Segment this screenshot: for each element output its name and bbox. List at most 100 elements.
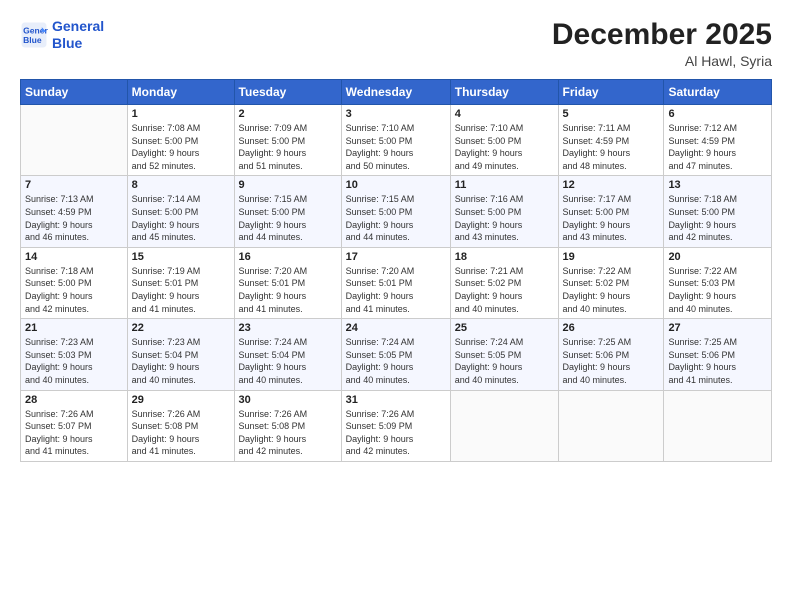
calendar-cell: 4 Sunrise: 7:10 AM Sunset: 5:00 PM Daylig… — [450, 105, 558, 176]
weekday-header: Thursday — [450, 80, 558, 105]
calendar-cell: 1 Sunrise: 7:08 AM Sunset: 5:00 PM Daylig… — [127, 105, 234, 176]
calendar-cell: 2 Sunrise: 7:09 AM Sunset: 5:00 PM Daylig… — [234, 105, 341, 176]
day-info: Sunrise: 7:22 AM Sunset: 5:03 PM Dayligh… — [668, 265, 767, 315]
calendar-week-row: 7 Sunrise: 7:13 AM Sunset: 4:59 PM Daylig… — [21, 176, 772, 247]
logo: General Blue General Blue — [20, 18, 104, 52]
day-number: 11 — [455, 179, 554, 191]
day-info: Sunrise: 7:23 AM Sunset: 5:03 PM Dayligh… — [25, 336, 123, 386]
day-info: Sunrise: 7:17 AM Sunset: 5:00 PM Dayligh… — [563, 193, 660, 243]
day-info: Sunrise: 7:13 AM Sunset: 4:59 PM Dayligh… — [25, 193, 123, 243]
day-number: 1 — [132, 108, 230, 120]
day-number: 23 — [239, 322, 337, 334]
day-info: Sunrise: 7:26 AM Sunset: 5:08 PM Dayligh… — [132, 408, 230, 458]
header: General Blue General Blue December 2025 … — [20, 18, 772, 69]
day-number: 3 — [346, 108, 446, 120]
calendar-cell: 12 Sunrise: 7:17 AM Sunset: 5:00 PM Dayli… — [558, 176, 664, 247]
weekday-header: Saturday — [664, 80, 772, 105]
calendar-week-row: 28Sunrise: 7:26 AM Sunset: 5:07 PM Dayli… — [21, 390, 772, 461]
calendar-cell: 6 Sunrise: 7:12 AM Sunset: 4:59 PM Daylig… — [664, 105, 772, 176]
calendar-cell: 13 Sunrise: 7:18 AM Sunset: 5:00 PM Dayli… — [664, 176, 772, 247]
calendar-cell: 9 Sunrise: 7:15 AM Sunset: 5:00 PM Daylig… — [234, 176, 341, 247]
day-info: Sunrise: 7:14 AM Sunset: 5:00 PM Dayligh… — [132, 193, 230, 243]
day-number: 24 — [346, 322, 446, 334]
calendar-cell: 29Sunrise: 7:26 AM Sunset: 5:08 PM Dayli… — [127, 390, 234, 461]
calendar-header-row: SundayMondayTuesdayWednesdayThursdayFrid… — [21, 80, 772, 105]
day-number: 6 — [668, 108, 767, 120]
day-number: 28 — [25, 394, 123, 406]
day-info: Sunrise: 7:24 AM Sunset: 5:04 PM Dayligh… — [239, 336, 337, 386]
day-number: 13 — [668, 179, 767, 191]
calendar-cell — [664, 390, 772, 461]
calendar-cell: 5 Sunrise: 7:11 AM Sunset: 4:59 PM Daylig… — [558, 105, 664, 176]
weekday-header: Tuesday — [234, 80, 341, 105]
day-number: 22 — [132, 322, 230, 334]
month-title: December 2025 — [552, 18, 772, 51]
calendar: SundayMondayTuesdayWednesdayThursdayFrid… — [20, 79, 772, 462]
day-number: 7 — [25, 179, 123, 191]
day-info: Sunrise: 7:16 AM Sunset: 5:00 PM Dayligh… — [455, 193, 554, 243]
day-number: 30 — [239, 394, 337, 406]
logo-text: General Blue — [52, 18, 104, 52]
weekday-header: Monday — [127, 80, 234, 105]
calendar-cell: 10 Sunrise: 7:15 AM Sunset: 5:00 PM Dayli… — [341, 176, 450, 247]
day-number: 25 — [455, 322, 554, 334]
calendar-cell: 31 Sunrise: 7:26 AM Sunset: 5:09 PM Dayli… — [341, 390, 450, 461]
calendar-cell: 15Sunrise: 7:19 AM Sunset: 5:01 PM Dayli… — [127, 247, 234, 318]
day-number: 20 — [668, 251, 767, 263]
day-number: 18 — [455, 251, 554, 263]
calendar-cell: 28Sunrise: 7:26 AM Sunset: 5:07 PM Dayli… — [21, 390, 128, 461]
day-number: 9 — [239, 179, 337, 191]
day-number: 26 — [563, 322, 660, 334]
page: General Blue General Blue December 2025 … — [0, 0, 792, 612]
day-info: Sunrise: 7:08 AM Sunset: 5:00 PM Dayligh… — [132, 122, 230, 172]
day-number: 27 — [668, 322, 767, 334]
day-info: Sunrise: 7:09 AM Sunset: 5:00 PM Dayligh… — [239, 122, 337, 172]
day-number: 19 — [563, 251, 660, 263]
day-info: Sunrise: 7:15 AM Sunset: 5:00 PM Dayligh… — [239, 193, 337, 243]
weekday-header: Sunday — [21, 80, 128, 105]
day-info: Sunrise: 7:26 AM Sunset: 5:08 PM Dayligh… — [239, 408, 337, 458]
calendar-week-row: 14Sunrise: 7:18 AM Sunset: 5:00 PM Dayli… — [21, 247, 772, 318]
day-info: Sunrise: 7:26 AM Sunset: 5:09 PM Dayligh… — [346, 408, 446, 458]
day-number: 10 — [346, 179, 446, 191]
day-info: Sunrise: 7:20 AM Sunset: 5:01 PM Dayligh… — [346, 265, 446, 315]
calendar-week-row: 21 Sunrise: 7:23 AM Sunset: 5:03 PM Dayli… — [21, 319, 772, 390]
day-number: 12 — [563, 179, 660, 191]
day-info: Sunrise: 7:12 AM Sunset: 4:59 PM Dayligh… — [668, 122, 767, 172]
calendar-cell: 30 Sunrise: 7:26 AM Sunset: 5:08 PM Dayli… — [234, 390, 341, 461]
day-number: 5 — [563, 108, 660, 120]
weekday-header: Wednesday — [341, 80, 450, 105]
logo-icon: General Blue — [20, 21, 48, 49]
calendar-cell: 18Sunrise: 7:21 AM Sunset: 5:02 PM Dayli… — [450, 247, 558, 318]
day-info: Sunrise: 7:10 AM Sunset: 5:00 PM Dayligh… — [455, 122, 554, 172]
weekday-header: Friday — [558, 80, 664, 105]
calendar-cell — [450, 390, 558, 461]
day-number: 31 — [346, 394, 446, 406]
day-number: 21 — [25, 322, 123, 334]
day-number: 4 — [455, 108, 554, 120]
calendar-cell: 20 Sunrise: 7:22 AM Sunset: 5:03 PM Dayli… — [664, 247, 772, 318]
day-number: 2 — [239, 108, 337, 120]
calendar-cell: 24 Sunrise: 7:24 AM Sunset: 5:05 PM Dayli… — [341, 319, 450, 390]
calendar-week-row: 1 Sunrise: 7:08 AM Sunset: 5:00 PM Daylig… — [21, 105, 772, 176]
day-info: Sunrise: 7:24 AM Sunset: 5:05 PM Dayligh… — [346, 336, 446, 386]
title-area: December 2025 Al Hawl, Syria — [552, 18, 772, 69]
day-number: 16 — [239, 251, 337, 263]
day-info: Sunrise: 7:11 AM Sunset: 4:59 PM Dayligh… — [563, 122, 660, 172]
day-number: 14 — [25, 251, 123, 263]
day-info: Sunrise: 7:15 AM Sunset: 5:00 PM Dayligh… — [346, 193, 446, 243]
day-info: Sunrise: 7:22 AM Sunset: 5:02 PM Dayligh… — [563, 265, 660, 315]
calendar-cell: 16Sunrise: 7:20 AM Sunset: 5:01 PM Dayli… — [234, 247, 341, 318]
calendar-cell: 3Sunrise: 7:10 AM Sunset: 5:00 PM Daylig… — [341, 105, 450, 176]
calendar-cell: 14Sunrise: 7:18 AM Sunset: 5:00 PM Dayli… — [21, 247, 128, 318]
day-number: 15 — [132, 251, 230, 263]
calendar-cell: 25 Sunrise: 7:24 AM Sunset: 5:05 PM Dayli… — [450, 319, 558, 390]
day-number: 8 — [132, 179, 230, 191]
day-info: Sunrise: 7:25 AM Sunset: 5:06 PM Dayligh… — [668, 336, 767, 386]
day-info: Sunrise: 7:18 AM Sunset: 5:00 PM Dayligh… — [668, 193, 767, 243]
calendar-cell: 8 Sunrise: 7:14 AM Sunset: 5:00 PM Daylig… — [127, 176, 234, 247]
calendar-cell: 26Sunrise: 7:25 AM Sunset: 5:06 PM Dayli… — [558, 319, 664, 390]
calendar-cell: 11 Sunrise: 7:16 AM Sunset: 5:00 PM Dayli… — [450, 176, 558, 247]
day-info: Sunrise: 7:24 AM Sunset: 5:05 PM Dayligh… — [455, 336, 554, 386]
day-number: 17 — [346, 251, 446, 263]
